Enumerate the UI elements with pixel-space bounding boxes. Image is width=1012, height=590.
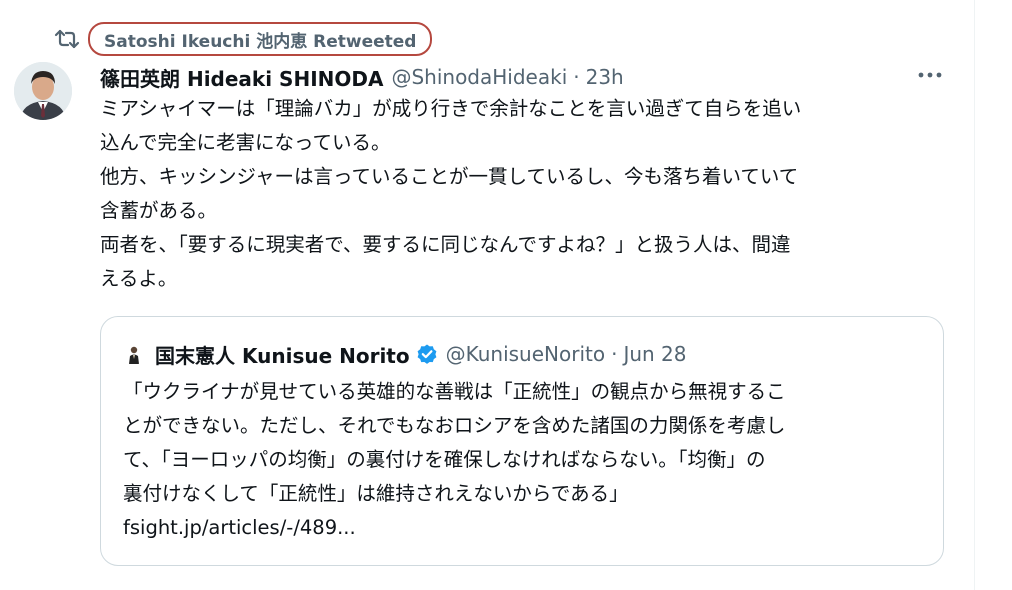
retweet-context: Satoshi Ikeuchi 池内恵 Retweeted [52,22,433,56]
tweet-text-line: 他方、キッシンジャーは言っていることが一貫しているし、今も落ち着いていて [100,165,799,188]
quoted-text-line: とができない。ただし、それでもなおロシアを含めた諸国の力関係を考慮し [123,414,786,437]
more-horizontal-icon[interactable] [915,62,945,88]
author-name[interactable]: 篠田英朗 Hideaki SHINODA [100,63,383,92]
quoted-tweet-text: 「ウクライナが見せている英雄的な善戦は「正統性」の観点から無視するこ とができな… [123,375,933,545]
quoted-text-line: て、「ヨーロッパの均衡」の裏付けを確保しなければならない。「均衡」の [123,448,766,471]
timeline-divider [974,0,975,590]
verified-badge-icon [416,343,438,365]
tweet-text-line: 両者を、「要するに現実者で、要するに同じなんですよね？」と扱う人は、間違 [100,233,791,256]
tweet-timestamp[interactable]: 23h [586,65,624,89]
tweet-text-line: ミアシャイマーは「理論バカ」が成り行きで余計なことを言い過ぎて自らを追い [100,97,802,120]
tweet-text-line: えるよ。 [100,267,178,290]
quoted-text-line: 裏付けなくして「正統性」は維持されえないからである」 [123,482,629,505]
tweet-text: ミアシャイマーは「理論バカ」が成り行きで余計なことを言い過ぎて自らを追い 込んで… [100,92,950,296]
quoted-tweet-card[interactable]: 国末憲人 Kunisue Norito @KunisueNorito · Jun… [100,316,944,566]
author-avatar[interactable] [14,62,72,120]
meta-separator: · [573,65,580,89]
tweet-text-line: 込んで完全に老害になっている。 [100,131,391,154]
quoted-author-name[interactable]: 国末憲人 Kunisue Norito [155,340,410,369]
tweet-header: 篠田英朗 Hideaki SHINODA @ShinodaHideaki · 2… [100,62,952,92]
retweet-icon [52,24,82,54]
retweeted-by-label[interactable]: Satoshi Ikeuchi 池内恵 Retweeted [88,22,433,56]
quoted-text-line: 「ウクライナが見せている英雄的な善戦は「正統性」の観点から無視するこ [123,380,786,403]
quoted-meta-separator: · [611,342,618,366]
author-handle[interactable]: @ShinodaHideaki [391,65,567,89]
quoted-author-handle[interactable]: @KunisueNorito [446,342,605,366]
quoted-tweet-header: 国末憲人 Kunisue Norito @KunisueNorito · Jun… [123,339,687,369]
quoted-link[interactable]: fsight.jp/articles/-/489... [123,511,933,545]
quoted-tweet-date[interactable]: Jun 28 [623,342,686,366]
tweet-text-line: 含蓄がある。 [100,199,218,222]
quoted-author-avatar[interactable] [123,343,145,365]
